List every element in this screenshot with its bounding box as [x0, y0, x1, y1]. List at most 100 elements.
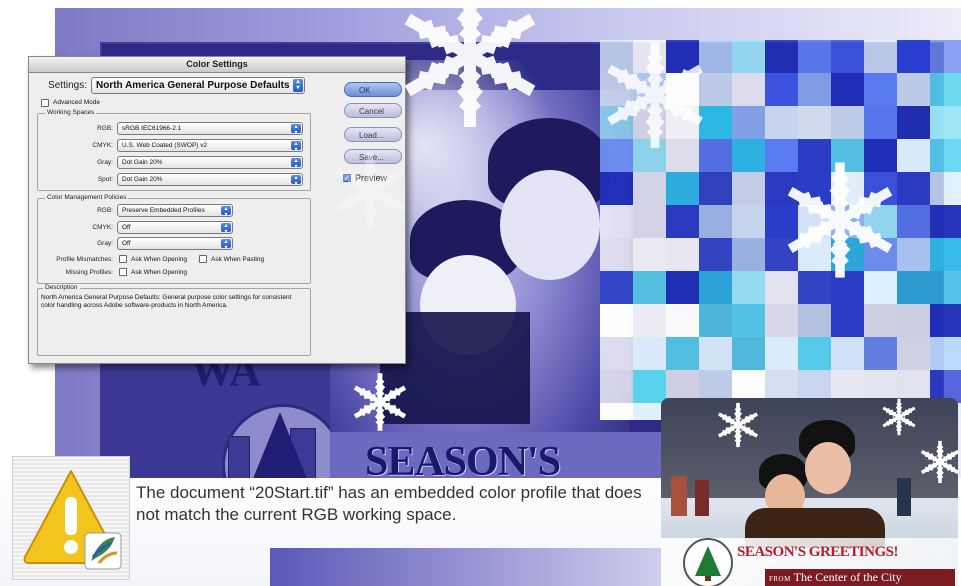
advanced-mode-checkbox[interactable]: [41, 99, 49, 107]
ws-gray-value: Dot Gain 20%: [122, 159, 163, 166]
policy-rgb-select[interactable]: Preserve Embedded Profiles ▴ ▾: [117, 204, 233, 217]
save-button[interactable]: Save...: [344, 149, 402, 164]
ws-cmyk-label: CMYK:: [92, 142, 113, 149]
chevron-updown-icon: ▴ ▾: [291, 124, 301, 134]
mosaic-tile: [765, 304, 798, 337]
mosaic-tile: [798, 73, 831, 106]
card-subtitle-text: The Center of the City: [793, 570, 902, 584]
ws-cmyk-select[interactable]: U.S. Web Coated (SWOP) v2 ▴ ▾: [117, 139, 303, 152]
policy-rgb-label: RGB:: [97, 207, 113, 214]
mosaic-tile: [864, 73, 897, 106]
mosaic-tile: [864, 238, 897, 271]
mosaic-tile: [930, 73, 961, 106]
mosaic-tile: [732, 172, 765, 205]
mosaic-tile: [666, 139, 699, 172]
mosaic-tile: [765, 106, 798, 139]
mosaic-tile: [699, 205, 732, 238]
ws-spot-select[interactable]: Dot Gain 20% ▴ ▾: [117, 173, 303, 186]
mosaic-tile: [831, 238, 864, 271]
mosaic-tile: [699, 271, 732, 304]
ws-rgb-select[interactable]: sRGB IEC61966-2.1 ▴ ▾: [117, 122, 303, 135]
policy-cmyk-select[interactable]: Off ▴ ▾: [117, 221, 233, 234]
mosaic-tile: [864, 139, 897, 172]
mosaic-tile: [831, 73, 864, 106]
ask-when-pasting-checkbox[interactable]: [199, 255, 207, 263]
mosaic-tile: [897, 73, 930, 106]
mosaic-tile: [699, 238, 732, 271]
bottom-color-strip: [270, 548, 690, 586]
description-text: North America General Purpose Defaults: …: [41, 294, 292, 309]
ws-spot-label: Spot:: [97, 176, 113, 183]
mosaic-tile: [930, 172, 961, 205]
mosaic-tile: [798, 304, 831, 337]
load-button[interactable]: Load...: [344, 127, 402, 142]
mosaic-tile: [897, 304, 930, 337]
dialog-title: Color Settings: [29, 57, 405, 73]
preview-label: Preview: [355, 173, 388, 183]
mosaic-tile: [831, 304, 864, 337]
mosaic-tile: [897, 172, 930, 205]
ws-rgb-value: sRGB IEC61966-2.1: [122, 125, 182, 132]
ask-when-opening-checkbox[interactable]: [119, 255, 127, 263]
ws-rgb-label: RGB:: [97, 125, 113, 132]
mosaic-tile: [831, 205, 864, 238]
mosaic-tile: [600, 40, 633, 73]
mosaic-tile: [930, 40, 961, 73]
mosaic-tile: [699, 73, 732, 106]
mosaic-tile: [666, 271, 699, 304]
mosaic-tile: [930, 304, 961, 337]
mosaic-tile: [897, 205, 930, 238]
working-spaces-title: Working Spaces: [45, 109, 97, 116]
mosaic-tile: [864, 40, 897, 73]
policy-gray-select[interactable]: Off ▴ ▾: [117, 237, 233, 250]
pixel-mosaic: [600, 40, 961, 420]
cancel-button[interactable]: Cancel: [344, 103, 402, 118]
mosaic-tile: [633, 40, 666, 73]
ws-gray-select[interactable]: Dot Gain 20% ▴ ▾: [117, 156, 303, 169]
mosaic-tile: [765, 40, 798, 73]
mosaic-tile: [864, 205, 897, 238]
mosaic-tile: [831, 271, 864, 304]
mosaic-tile: [666, 304, 699, 337]
mosaic-tile: [930, 271, 961, 304]
chevron-updown-icon: ▴ ▾: [291, 175, 301, 185]
skater-figure: [671, 476, 687, 516]
mosaic-tile: [633, 271, 666, 304]
mosaic-tile: [930, 337, 961, 370]
mosaic-tile: [732, 139, 765, 172]
mosaic-tile: [666, 106, 699, 139]
tree-icon: [695, 546, 721, 581]
mosaic-tile: [666, 205, 699, 238]
mosaic-tile: [765, 73, 798, 106]
mosaic-tile: [831, 40, 864, 73]
mosaic-tile: [831, 172, 864, 205]
mosaic-tile: [633, 139, 666, 172]
mosaic-tile: [600, 304, 633, 337]
policy-gray-value: Off: [122, 240, 131, 247]
mosaic-tile: [666, 238, 699, 271]
mosaic-tile: [633, 73, 666, 106]
mosaic-tile: [600, 106, 633, 139]
chevron-updown-icon: ▴ ▾: [293, 79, 303, 92]
warning-icon: [23, 470, 122, 570]
mosaic-tile: [732, 304, 765, 337]
settings-select[interactable]: North America General Purpose Defaults ▴…: [91, 77, 305, 94]
mosaic-tile: [798, 238, 831, 271]
mosaic-tile: [732, 40, 765, 73]
mosaic-tile: [930, 106, 961, 139]
ok-button[interactable]: OK: [344, 82, 402, 97]
mosaic-tile: [732, 337, 765, 370]
mosaic-tile: [699, 106, 732, 139]
card-from: FROM: [769, 575, 791, 583]
missing-profiles-label: Missing Profiles:: [65, 269, 113, 276]
mosaic-tile: [600, 271, 633, 304]
mosaic-tile: [897, 238, 930, 271]
card-greeting-title: SEASON'S GREETINGS!: [737, 544, 898, 560]
mosaic-tile: [864, 172, 897, 205]
advanced-mode-label: Advanced Mode: [53, 99, 100, 106]
missing-ask-opening-checkbox[interactable]: [119, 268, 127, 276]
ask-when-pasting-label: Ask When Pasting: [211, 256, 265, 263]
mosaic-tile: [699, 304, 732, 337]
mosaic-tile: [831, 106, 864, 139]
preview-checkbox[interactable]: ✓: [343, 174, 351, 182]
